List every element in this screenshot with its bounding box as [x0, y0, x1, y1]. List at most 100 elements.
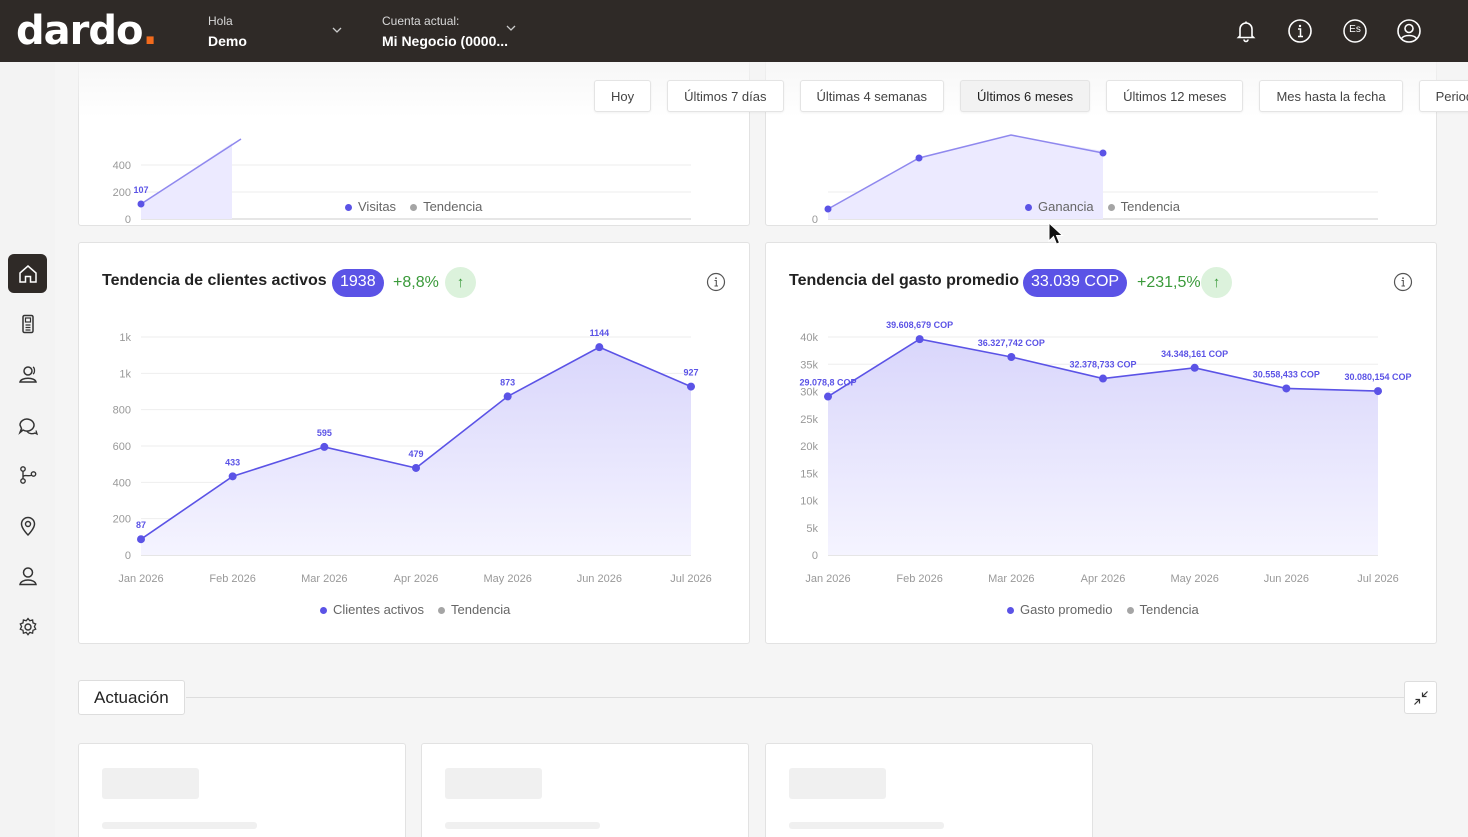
y-tick-label: 10k: [800, 496, 818, 508]
legend-item[interactable]: Clientes activos: [320, 602, 424, 617]
legend-item[interactable]: Tendencia: [410, 199, 482, 214]
x-tick-label: Mar 2026: [988, 573, 1034, 585]
trend-up-icon: ↑: [1201, 267, 1232, 298]
skeleton-line: [445, 822, 600, 829]
spend-total-badge: 33.039 COP: [1023, 269, 1128, 297]
data-point[interactable]: [915, 335, 924, 344]
bell-icon[interactable]: [1233, 18, 1259, 44]
account-circle-icon[interactable]: [1396, 18, 1422, 44]
sidebar-item-messages[interactable]: [8, 405, 47, 444]
legend-item[interactable]: Ganancia: [1025, 199, 1094, 214]
data-point[interactable]: [137, 535, 145, 544]
y-tick-label: 0: [812, 550, 818, 562]
skeleton-line: [102, 822, 257, 829]
sidebar-item-settings[interactable]: [8, 607, 47, 646]
account-selector[interactable]: Cuenta actual: Mi Negocio (0000...: [382, 14, 508, 49]
x-tick-label: Jul 2026: [670, 573, 712, 585]
profit-point[interactable]: [824, 205, 832, 213]
top-bar: dardo. Hola Demo Cuenta actual: Mi Negoc…: [0, 0, 1468, 62]
data-point[interactable]: [824, 392, 832, 401]
x-tick-label: Jun 2026: [1264, 573, 1309, 585]
chevron-down-icon[interactable]: [331, 24, 343, 36]
data-label: 30.558,433 COP: [1253, 369, 1320, 379]
section-divider: [186, 697, 1404, 698]
data-point[interactable]: [1374, 387, 1382, 396]
visits-point[interactable]: [137, 200, 145, 208]
y-tick-label: 40k: [800, 332, 818, 344]
data-label: 39.608,679 COP: [886, 320, 953, 330]
x-tick-label: May 2026: [1171, 573, 1219, 585]
info-icon[interactable]: [1393, 272, 1413, 292]
clients-total-badge: 1938: [332, 269, 384, 297]
sidebar-item-flows[interactable]: [8, 455, 47, 494]
loading-card: [421, 743, 749, 837]
y-tick-label: 15k: [800, 468, 818, 480]
legend-item[interactable]: Tendencia: [1126, 602, 1199, 617]
section-title: Actuación: [78, 680, 185, 715]
timeframe-7d-button[interactable]: Últimos 7 días: [667, 80, 784, 112]
data-label: 30.080,154 COP: [1344, 372, 1411, 382]
sidebar-item-users[interactable]: [8, 556, 47, 595]
legend-item[interactable]: Tendencia: [438, 602, 510, 617]
y-tick-label: 25k: [800, 414, 818, 426]
legend-item[interactable]: Tendencia: [1107, 199, 1180, 214]
data-point[interactable]: [1190, 363, 1199, 372]
data-point[interactable]: [595, 343, 604, 352]
data-point[interactable]: [1007, 353, 1016, 362]
legend-item[interactable]: Visitas: [345, 199, 396, 214]
timeframe-12m-button[interactable]: Últimos 12 meses: [1106, 80, 1244, 112]
data-label: 479: [408, 449, 423, 459]
skeleton-line: [789, 822, 944, 829]
main-content[interactable]: 400 200 0 107 Jan 2026 Feb 2026 Mar 2026 Ap…: [55, 62, 1468, 837]
chat-icon: [17, 417, 38, 435]
data-point[interactable]: [687, 382, 695, 391]
sidebar-item-pos[interactable]: [8, 304, 47, 343]
x-tick-label: Feb 2026: [896, 573, 942, 585]
clients-change: +8,8%: [393, 274, 439, 291]
greeting-label: Hola: [208, 14, 233, 28]
timeframe-4w-button[interactable]: Últimas 4 semanas: [799, 80, 945, 112]
data-label: 1144: [590, 328, 610, 338]
timeframe-today-button[interactable]: Hoy: [594, 80, 652, 112]
card-title: Tendencia del gasto promedio: [789, 272, 1019, 289]
sidebar-item-locations[interactable]: [8, 506, 47, 545]
data-point[interactable]: [1282, 384, 1291, 393]
chevron-down-icon[interactable]: [505, 22, 517, 34]
profit-point[interactable]: [1099, 149, 1107, 157]
language-selector[interactable]: Es: [1342, 18, 1368, 44]
profit-point[interactable]: [915, 154, 923, 162]
y-tick-label: 200: [113, 514, 131, 526]
info-icon[interactable]: [1287, 18, 1313, 44]
y-tick-label: 0: [125, 550, 131, 562]
info-icon[interactable]: [706, 272, 726, 292]
sidebar-item-customers[interactable]: [8, 354, 47, 393]
gear-icon: [18, 616, 37, 636]
account-name: Mi Negocio (0000...: [382, 33, 509, 49]
x-tick-label: May 2026: [484, 573, 532, 585]
timeframe-6m-button[interactable]: Últimos 6 meses: [960, 80, 1091, 112]
user-menu[interactable]: Hola Demo: [208, 14, 247, 49]
dardo-logo[interactable]: dardo.: [16, 8, 158, 54]
x-tick-label: Apr 2026: [1081, 573, 1126, 585]
data-label: 36.327,742 COP: [978, 338, 1045, 348]
data-label: 32.378,733 COP: [1069, 360, 1136, 370]
skeleton-block: [445, 768, 542, 799]
data-point[interactable]: [503, 392, 512, 401]
timeframe-filter: Hoy Últimos 7 días Últimas 4 semanas Últ…: [594, 80, 1468, 112]
trend-up-icon: ↑: [445, 267, 476, 298]
legend-item[interactable]: Gasto promedio: [1007, 602, 1113, 617]
y-tick-label: 400: [113, 477, 131, 489]
data-point[interactable]: [412, 463, 420, 472]
timeframe-period-button[interactable]: Periodo: [1418, 80, 1468, 112]
visits-y-tick: 200: [113, 187, 131, 199]
sidebar-item-home[interactable]: [8, 254, 47, 293]
data-point[interactable]: [228, 472, 237, 481]
visits-y-tick: 400: [113, 160, 131, 172]
timeframe-mtd-button[interactable]: Mes hasta la fecha: [1259, 80, 1403, 112]
data-point[interactable]: [1099, 374, 1107, 383]
data-point[interactable]: [320, 442, 329, 451]
data-label: 34.348,161 COP: [1161, 349, 1228, 359]
x-tick-label: Mar 2026: [301, 573, 347, 585]
collapse-section-button[interactable]: [1404, 681, 1437, 714]
x-tick-label: Jan 2026: [118, 573, 163, 585]
